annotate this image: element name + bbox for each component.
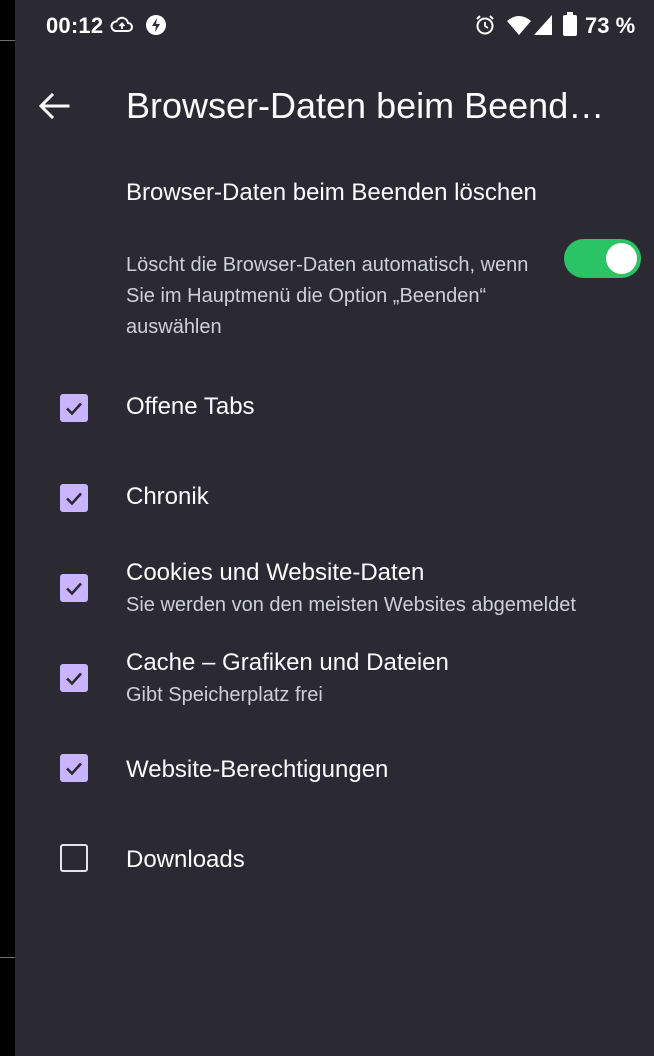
list-item-open-tabs[interactable]: Offene Tabs — [0, 368, 654, 448]
delete-on-quit-switch[interactable] — [564, 239, 641, 278]
arrow-back-icon — [38, 92, 70, 120]
item-label: Website-Berechtigungen — [126, 756, 389, 783]
list-item-history[interactable]: Chronik — [0, 458, 654, 538]
checkmark-icon — [66, 762, 82, 776]
battery-percentage: 73 % — [585, 13, 636, 38]
item-summary: Gibt Speicherplatz frei — [126, 684, 323, 706]
alarm-icon — [476, 15, 494, 35]
delete-on-quit-summary: Löscht die Browser-Daten automatisch, we… — [126, 254, 529, 338]
item-label: Cache – Grafiken und Dateien — [126, 649, 449, 676]
checkbox-site-permissions[interactable] — [60, 754, 88, 782]
list-item-site-permissions[interactable]: Website-Berechtigungen — [0, 728, 654, 808]
battery-icon — [563, 12, 577, 36]
cloud-upload-icon — [110, 16, 133, 32]
page-title: Browser-Daten beim Beend… — [126, 85, 605, 126]
switch-knob — [606, 243, 637, 274]
item-label: Downloads — [126, 846, 245, 873]
signal-icon — [534, 15, 552, 35]
top-app-bar: Browser-Daten beim Beend… — [0, 52, 654, 156]
list-item-cache[interactable]: Cache – Grafiken und Dateien Gibt Speich… — [0, 637, 654, 717]
delete-on-quit-title: Browser-Daten beim Beenden löschen — [126, 179, 537, 206]
delete-on-quit-setting[interactable]: Browser-Daten beim Beenden löschen Lösch… — [0, 170, 654, 350]
checkmark-icon — [66, 492, 82, 506]
checkbox-open-tabs[interactable] — [60, 394, 88, 422]
checkbox-downloads[interactable] — [60, 844, 88, 872]
checkmark-icon — [66, 672, 82, 686]
checkmark-icon — [66, 402, 82, 416]
list-item-cookies[interactable]: Cookies und Website-Daten Sie werden von… — [0, 548, 654, 628]
status-bar: 00:12 73 % — [0, 0, 654, 52]
flash-icon — [146, 15, 166, 35]
checkbox-history[interactable] — [60, 484, 88, 512]
list-item-downloads[interactable]: Downloads — [0, 818, 654, 898]
item-summary: Sie werden von den meisten Websites abge… — [126, 594, 576, 616]
item-label: Offene Tabs — [126, 393, 255, 420]
wifi-icon — [507, 16, 531, 35]
checkbox-cache[interactable] — [60, 664, 88, 692]
left-edge-divider — [0, 957, 15, 958]
status-time: 00:12 — [46, 13, 104, 38]
item-label: Cookies und Website-Daten — [126, 559, 425, 586]
checkmark-icon — [66, 582, 82, 596]
item-label: Chronik — [126, 483, 209, 510]
back-button[interactable] — [28, 82, 80, 130]
checkbox-cookies[interactable] — [60, 574, 88, 602]
